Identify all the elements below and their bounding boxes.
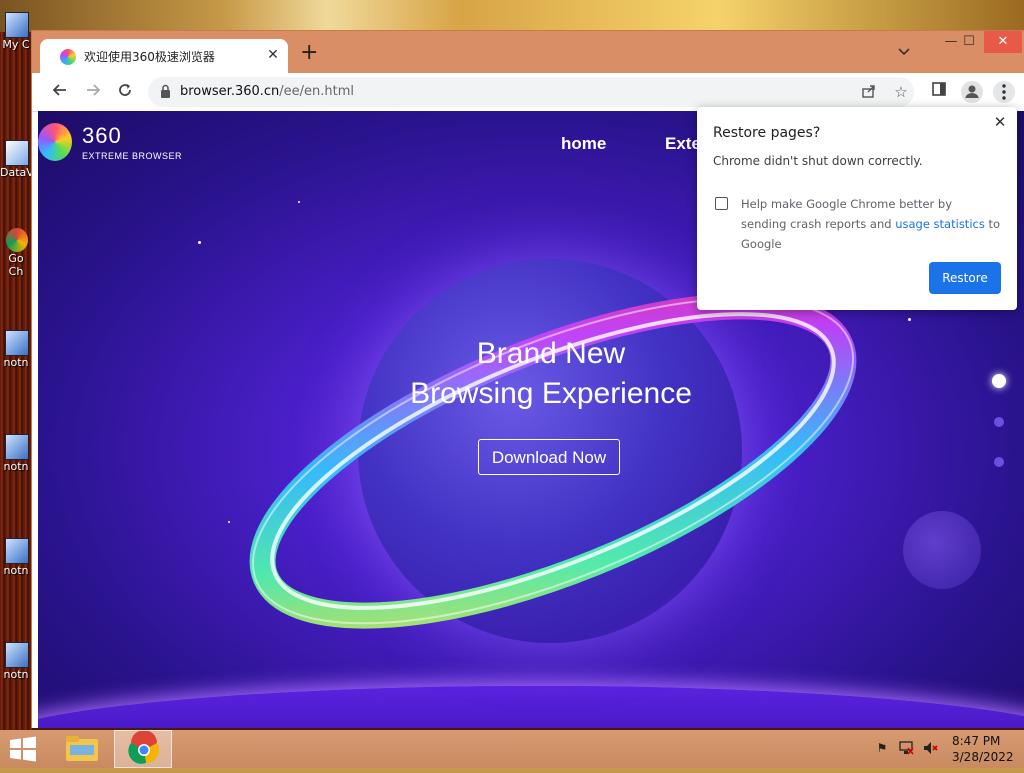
desktop-icon-label: notn xyxy=(3,564,29,577)
volume-muted-icon[interactable] xyxy=(922,740,938,756)
tab-strip: 欢迎使用360极速浏览器 ✕ + — ☐ ✕ xyxy=(32,31,1024,73)
forward-button[interactable] xyxy=(82,81,104,103)
desktop-wallpaper-edge xyxy=(0,32,32,730)
tab-active[interactable]: 欢迎使用360极速浏览器 ✕ xyxy=(40,39,288,73)
back-button[interactable] xyxy=(49,81,71,103)
desktop-icon-notn-1[interactable]: notn xyxy=(0,330,34,369)
maximize-button[interactable]: ☐ xyxy=(950,31,988,53)
share-icon[interactable] xyxy=(860,83,878,101)
file-icon xyxy=(5,642,29,668)
desktop-icon-label: notn xyxy=(3,356,29,369)
carousel-dot[interactable] xyxy=(994,457,1004,467)
download-now-button[interactable]: Download Now xyxy=(478,439,620,475)
address-bar[interactable]: browser.360.cn/ee/en.html ☆ xyxy=(148,77,914,107)
profile-avatar-icon[interactable] xyxy=(961,81,983,103)
dialog-title: Restore pages? xyxy=(713,125,821,141)
lock-icon[interactable] xyxy=(160,84,171,99)
url-text: browser.360.cn/ee/en.html xyxy=(180,84,354,99)
desktop-icon-label: Go xyxy=(8,252,24,265)
reload-button[interactable] xyxy=(114,81,136,103)
file-icon xyxy=(5,330,29,356)
desktop-icon-notn-3[interactable]: notn xyxy=(0,538,34,577)
computer-icon xyxy=(5,12,29,38)
desktop-icon-label: My C xyxy=(2,38,30,51)
hero-title-line1: Brand New xyxy=(476,337,626,370)
usage-statistics-link[interactable]: usage statistics xyxy=(895,217,985,231)
restore-pages-dialog: Restore pages? ✕ Chrome didn't shut down… xyxy=(697,107,1017,310)
desktop-icon-my-computer[interactable]: My C xyxy=(0,12,34,51)
taskbar: ⚑ 8:47 PM 3/28/2022 xyxy=(0,730,1024,768)
desktop-icon-label: notn xyxy=(3,460,29,473)
network-icon[interactable] xyxy=(898,740,914,756)
side-panel-icon[interactable] xyxy=(928,81,950,103)
shortcut-icon xyxy=(5,140,29,166)
tab-search-chevron-icon[interactable] xyxy=(898,45,910,60)
desktop-icon-label: DataV xyxy=(0,166,32,179)
desktop-icon-notn-2[interactable]: notn xyxy=(0,434,34,473)
chrome-icon xyxy=(128,730,160,764)
desktop-wallpaper xyxy=(0,0,1024,32)
url-path: /ee/en.html xyxy=(279,84,355,99)
crash-report-label: Help make Google Chrome better by sendin… xyxy=(741,194,1001,254)
desktop-icon-label: notn xyxy=(3,668,29,681)
bookmark-star-icon[interactable]: ☆ xyxy=(892,83,910,101)
dialog-close-icon[interactable]: ✕ xyxy=(991,113,1009,131)
file-icon xyxy=(5,538,29,564)
restore-button[interactable]: Restore xyxy=(929,262,1001,294)
clock-time[interactable]: 8:47 PM xyxy=(952,734,1000,748)
taskbar-file-explorer[interactable] xyxy=(56,730,108,768)
clock-date[interactable]: 3/28/2022 xyxy=(952,750,1014,764)
desktop-icon-google-chrome[interactable]: Go Ch xyxy=(0,228,34,278)
carousel-dot[interactable] xyxy=(994,417,1004,427)
new-tab-button[interactable]: + xyxy=(300,42,318,64)
desktop-icon-notn-4[interactable]: notn xyxy=(0,642,34,681)
dialog-message: Chrome didn't shut down correctly. xyxy=(713,154,923,168)
action-center-flag-icon[interactable]: ⚑ xyxy=(874,740,890,756)
hero-title-line2: Browsing Experience xyxy=(410,377,692,410)
desktop-icon-datav[interactable]: DataV xyxy=(0,140,34,179)
start-button[interactable] xyxy=(8,736,38,762)
close-window-button[interactable]: ✕ xyxy=(984,31,1022,53)
tab-close-icon[interactable]: ✕ xyxy=(264,46,282,64)
crash-report-checkbox[interactable] xyxy=(715,197,728,210)
desktop-icon-label: Ch xyxy=(8,265,24,278)
carousel-dot-active[interactable] xyxy=(992,374,1006,388)
file-icon xyxy=(5,434,29,460)
chrome-menu-icon[interactable] xyxy=(993,81,1015,103)
folder-icon xyxy=(66,736,98,761)
chrome-icon xyxy=(6,228,28,252)
tab-title: 欢迎使用360极速浏览器 xyxy=(84,50,215,64)
taskbar-chrome[interactable] xyxy=(114,730,172,768)
url-host: browser.360.cn xyxy=(180,84,280,99)
favicon-360-icon xyxy=(60,49,76,65)
